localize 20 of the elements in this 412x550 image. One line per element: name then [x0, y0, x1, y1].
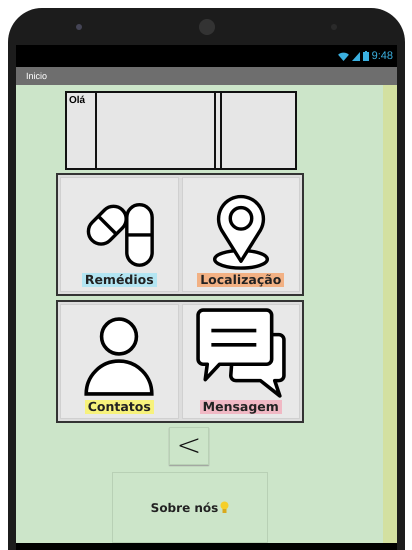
back-button[interactable]: < [169, 427, 209, 465]
tile-label: Remédios [82, 273, 157, 287]
about-button[interactable]: Sobre nós [112, 472, 268, 543]
tile-label: Mensagem [200, 400, 282, 414]
wifi-icon [338, 52, 349, 60]
screen-title: Inicio [26, 71, 48, 81]
tile-button[interactable]: Mensagem [182, 304, 300, 419]
tile-label: Contatos [84, 400, 154, 414]
battery-icon [362, 51, 369, 61]
tile-button[interactable]: Remédios [60, 177, 178, 292]
tile-button[interactable]: Localização [182, 177, 300, 292]
camera-icon [76, 24, 82, 30]
tile-label: Localização [197, 273, 284, 287]
greeting-label: Olá [67, 93, 97, 168]
chat-bubbles-icon [194, 306, 287, 398]
status-time: 9:48 [372, 50, 393, 62]
light-bulb-icon [220, 501, 230, 514]
signal-icon [352, 52, 360, 60]
speaker-icon [198, 18, 214, 34]
tile-button[interactable]: Contatos [60, 304, 178, 419]
